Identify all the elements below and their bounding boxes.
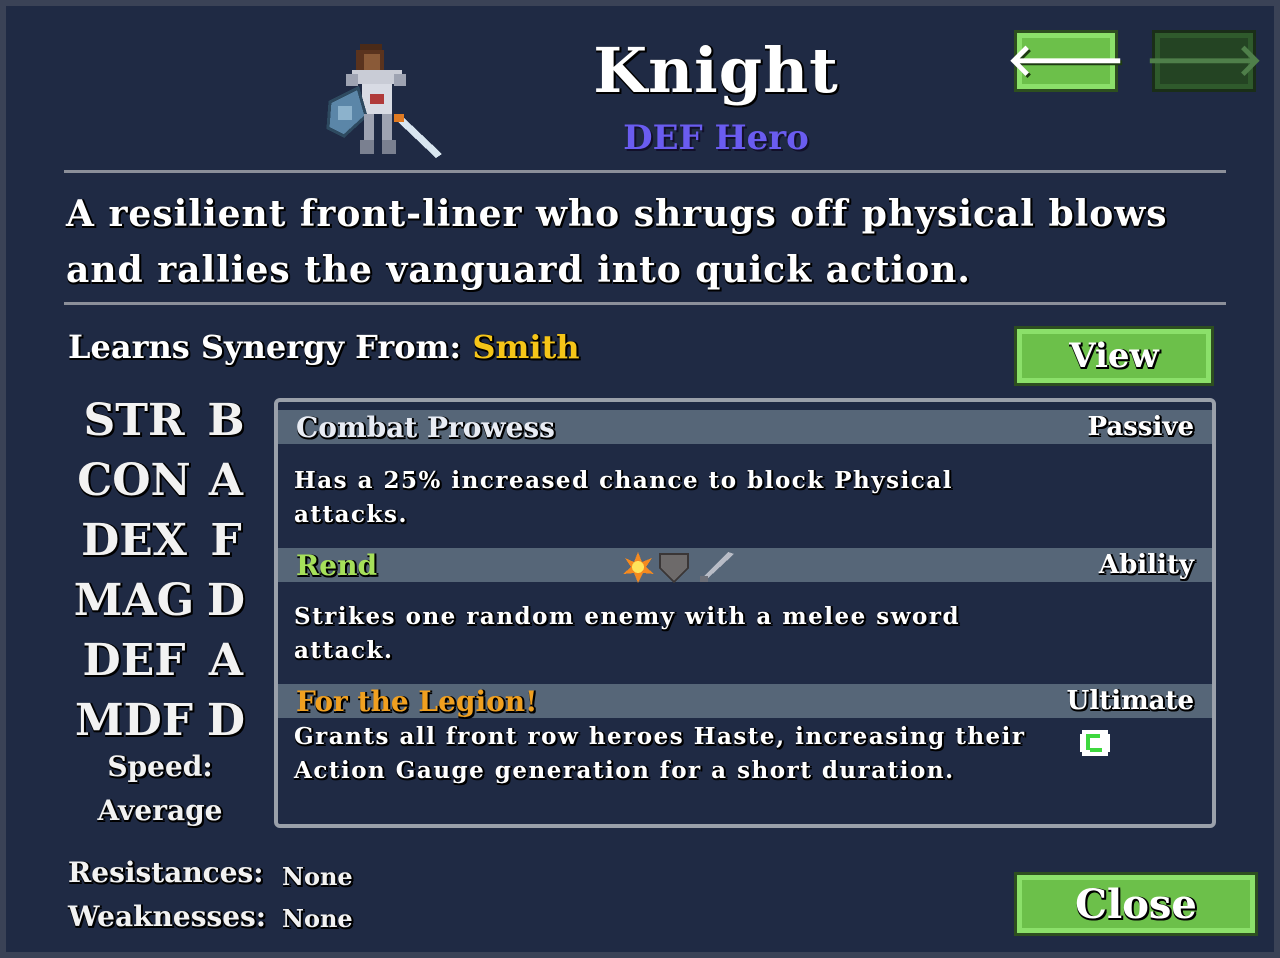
hero-name: Knight [593,34,839,107]
close-button[interactable]: Close [1014,872,1258,936]
stats-list: STR B CON A DEX F MAG D DEF A MDF D [72,390,262,750]
hero-detail-window: Knight DEF Hero 🡐 🡒 A resilient front-li… [0,0,1280,958]
stat-row: DEF A [72,630,262,690]
stat-grade: A [208,454,244,506]
stat-grade: A [208,634,244,686]
speed-value: Average [97,794,223,827]
stat-name: MDF [74,694,194,746]
skill-type: Ultimate [1066,686,1194,716]
hero-description: A resilient front-liner who shrugs off p… [66,193,1168,291]
stat-row: STR B [72,390,262,450]
sword-icon [700,552,734,582]
stat-name: STR [83,394,185,446]
skill-type: Passive [1087,412,1194,442]
stat-grade: D [206,694,246,746]
haste-icon [1080,730,1110,756]
divider [64,302,1226,305]
previous-hero-button[interactable]: 🡐 [1007,30,1125,92]
right-arrow-icon: 🡒 [1145,35,1263,86]
left-arrow-icon: 🡐 [1007,35,1125,86]
stat-row: MAG D [72,570,262,630]
synergy-label: Learns Synergy From: [68,328,462,366]
weaknesses-label: Weaknesses: [68,900,267,933]
stat-row: MDF D [72,690,262,750]
stat-row: CON A [72,450,262,510]
skill-name: Combat Prowess [296,410,555,444]
stat-grade: B [207,394,245,446]
skill-type: Ability [1098,550,1194,580]
stat-row: DEX F [72,510,262,570]
stat-name: CON [77,454,191,506]
weaknesses-value: None [282,904,353,933]
skill-name: For the Legion! [296,684,538,718]
resistances-label: Resistances: [68,856,264,889]
skills-panel: Combat Prowess Passive Has a 25% increas… [274,398,1216,828]
skill-name: Rend [296,548,378,582]
synergy-value: Smith [472,328,580,366]
stat-name: DEX [81,514,187,566]
hero-role: DEF Hero [623,118,809,158]
view-synergy-button[interactable]: View [1014,326,1214,386]
fire-burst-icon [623,552,654,583]
skill-tag-icons [623,552,734,584]
next-hero-button[interactable]: 🡒 [1145,30,1263,92]
knight-sprite-icon [326,44,442,158]
skill-description: Has a 25% increased chance to block Phys… [294,467,953,528]
skill-description: Grants all front row heroes Haste, incre… [294,723,1026,784]
stat-name: DEF [82,634,186,686]
stat-grade: D [206,574,246,626]
skill-description: Strikes one random enemy with a melee sw… [294,603,961,664]
skill-header[interactable]: Combat Prowess Passive [278,410,1212,444]
speed-label: Speed: [107,750,213,783]
skill-header[interactable]: Rend Ability [278,548,1212,582]
stat-grade: F [210,514,242,566]
skill-header[interactable]: For the Legion! Ultimate [278,684,1212,718]
stat-name: MAG [73,574,195,626]
synergy-row: Learns Synergy From: Smith [68,328,580,366]
resistances-value: None [282,862,353,891]
shield-icon [659,553,689,584]
divider [64,170,1226,173]
